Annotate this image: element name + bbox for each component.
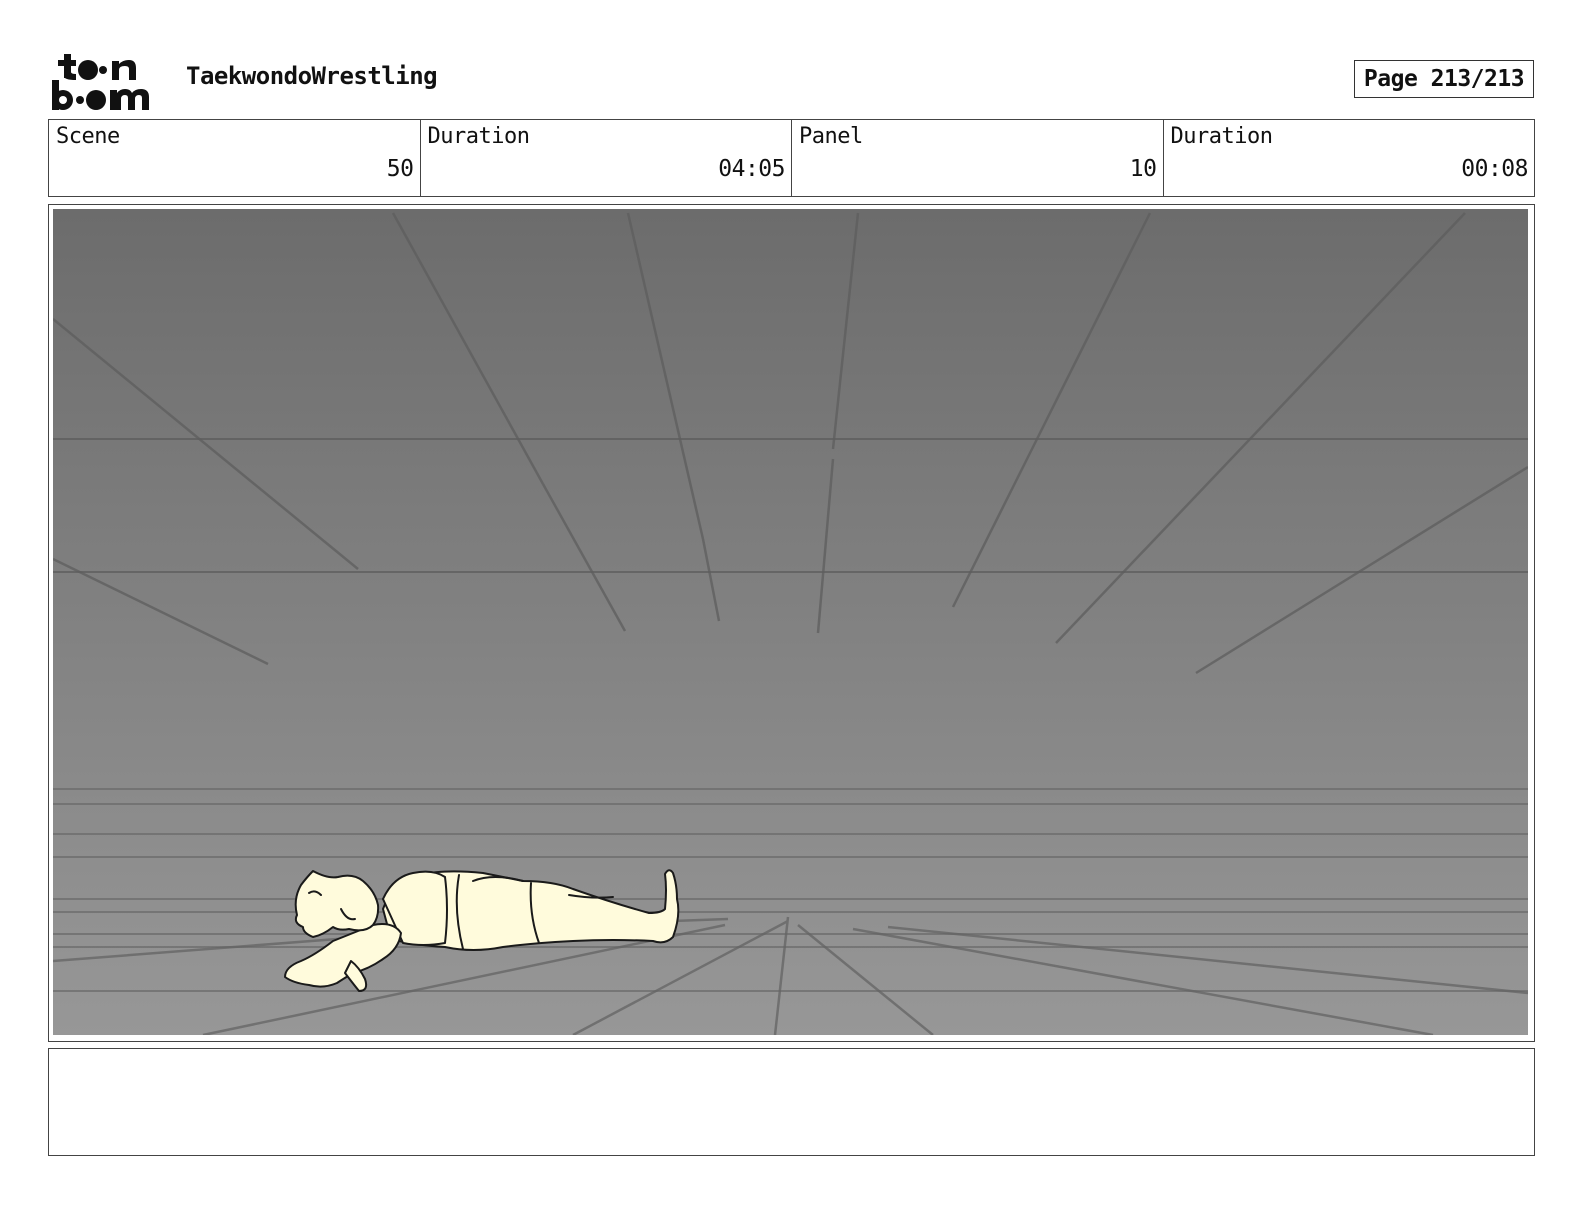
page-number: Page 213/213 — [1354, 60, 1534, 98]
panel-duration-label: Duration — [1170, 124, 1273, 149]
toon-boom-logo — [52, 54, 149, 110]
scene-value: 50 — [386, 156, 414, 182]
panel-label: Panel — [799, 124, 863, 149]
project-title: TaekwondoWrestling — [186, 62, 438, 90]
scene-duration-label: Duration — [427, 124, 530, 149]
panel-duration-value: 00:08 — [1461, 156, 1528, 182]
scene-cell: Scene 50 — [49, 120, 421, 196]
panel-value: 10 — [1129, 156, 1157, 182]
scene-duration-cell: Duration 04:05 — [421, 120, 792, 196]
panel-notes-box — [48, 1048, 1535, 1156]
panel-drawing — [53, 209, 1528, 1035]
scene-label: Scene — [56, 124, 120, 149]
storyboard-panel — [48, 204, 1535, 1042]
shot-info-table: Scene 50 Duration 04:05 Panel 10 Duratio… — [48, 119, 1535, 197]
panel-cell: Panel 10 — [792, 120, 1164, 196]
scene-duration-value: 04:05 — [718, 156, 785, 182]
panel-duration-cell: Duration 00:08 — [1164, 120, 1535, 196]
